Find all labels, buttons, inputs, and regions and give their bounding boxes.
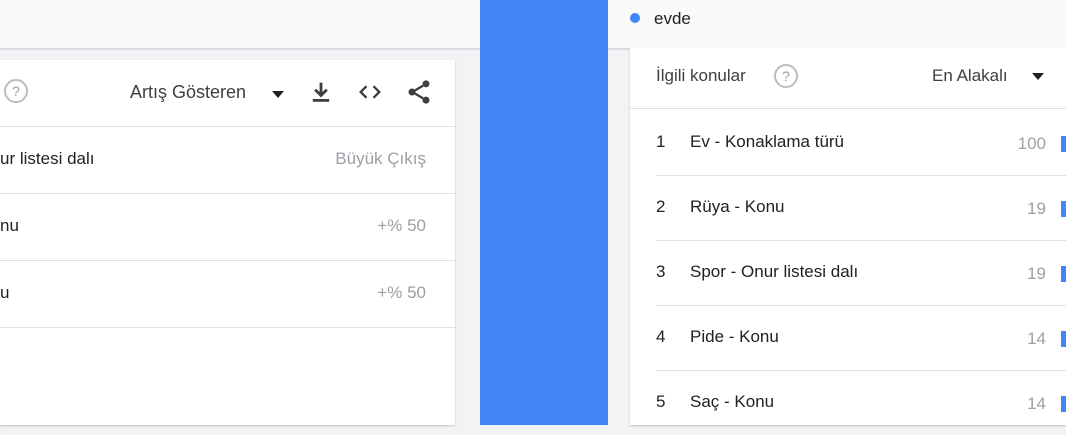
sort-dropdown-label[interactable]: En Alakalı	[932, 66, 1008, 86]
sort-dropdown-label[interactable]: Artış Gösteren	[130, 82, 246, 103]
legend-strip: evde	[608, 0, 1066, 50]
score-bar	[1061, 201, 1066, 217]
download-icon[interactable]	[307, 78, 335, 106]
left-top-strip	[0, 0, 480, 50]
section-divider	[480, 0, 608, 425]
query-label: ur listesi dalı	[0, 149, 95, 168]
table-row[interactable]: 5 Saç - Konu 14	[656, 370, 1066, 435]
score-bar	[1061, 266, 1066, 282]
related-topics-card: İlgili konular ? En Alakalı 1 Ev - Konak…	[630, 48, 1066, 425]
rank-number: 1	[656, 132, 666, 151]
score-bar	[1061, 331, 1066, 347]
topic-label[interactable]: Saç - Konu	[690, 392, 774, 412]
chevron-down-icon[interactable]	[272, 91, 284, 98]
help-icon[interactable]: ?	[774, 64, 798, 88]
topic-label[interactable]: Spor - Onur listesi dalı	[690, 262, 858, 282]
query-label: nu	[0, 216, 19, 235]
legend-dot-icon	[630, 13, 640, 23]
share-icon[interactable]	[405, 78, 433, 106]
rank-number: 5	[656, 392, 666, 411]
list-item[interactable]: u +% 50	[0, 261, 455, 328]
rank-number: 3	[656, 262, 666, 281]
table-row[interactable]: 1 Ev - Konaklama türü 100	[656, 110, 1066, 176]
help-icon[interactable]: ?	[4, 79, 28, 103]
score-bar	[1061, 136, 1066, 152]
table-row[interactable]: 3 Spor - Onur listesi dalı 19	[656, 240, 1066, 306]
rank-number: 4	[656, 327, 666, 346]
table-row[interactable]: 4 Pide - Konu 14	[656, 305, 1066, 371]
query-value: Büyük Çıkış	[335, 149, 426, 168]
score-value: 100	[1017, 134, 1046, 153]
card-title: İlgili konular	[656, 66, 746, 85]
score-value: 19	[1027, 199, 1046, 218]
chevron-down-icon[interactable]	[1032, 73, 1044, 80]
related-topics-header: İlgili konular ? En Alakalı	[630, 48, 1066, 109]
table-row[interactable]: 2 Rüya - Konu 19	[656, 175, 1066, 241]
rank-number: 2	[656, 197, 666, 216]
list-item[interactable]: ur listesi dalı Büyük Çıkış	[0, 127, 455, 194]
score-value: 14	[1027, 394, 1046, 413]
list-item[interactable]: nu +% 50	[0, 194, 455, 261]
left-related-queries-card: ? Artış Gösteren ur listesi dalı Büyük Ç…	[0, 60, 455, 425]
query-label: u	[0, 283, 10, 302]
score-bar	[1061, 396, 1066, 412]
topic-label[interactable]: Ev - Konaklama türü	[690, 132, 844, 152]
topic-label[interactable]: Pide - Konu	[690, 327, 779, 347]
score-value: 19	[1027, 264, 1046, 283]
left-card-header: ? Artış Gösteren	[0, 60, 455, 127]
query-value: +% 50	[377, 216, 426, 235]
legend-term: evde	[654, 9, 691, 28]
query-value: +% 50	[377, 283, 426, 302]
topic-label[interactable]: Rüya - Konu	[690, 197, 785, 217]
embed-code-icon[interactable]	[356, 78, 384, 106]
score-value: 14	[1027, 329, 1046, 348]
